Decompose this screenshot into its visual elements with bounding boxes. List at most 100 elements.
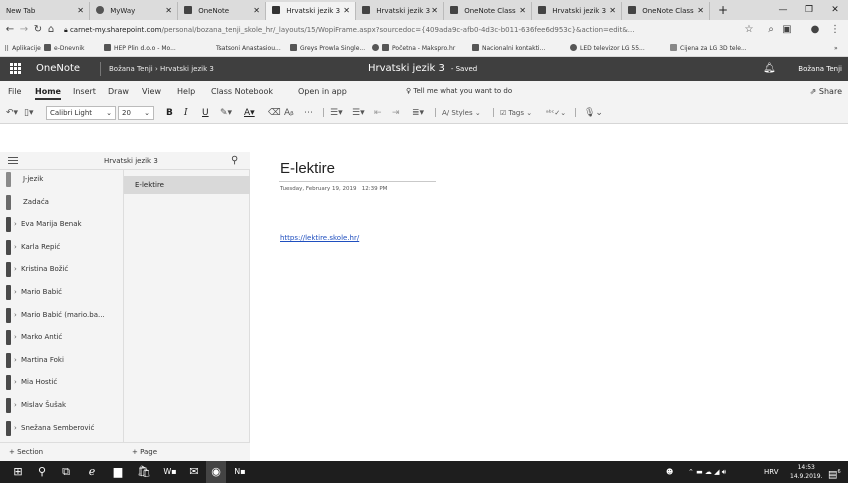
bullets-icon[interactable]: ☰▾ [330,102,343,124]
chevron-right-icon[interactable]: › [14,283,17,302]
tab-hrvatski-jezik[interactable]: Hrvatski jezik 3 ✕ [532,2,622,20]
file-explorer-icon[interactable]: ▆ [108,461,128,483]
close-icon[interactable]: ✕ [77,2,84,20]
tab-onenote-class[interactable]: OneNote Class ✕ [622,2,710,20]
star-icon[interactable]: ☆ [742,20,756,40]
lektire-link[interactable]: https://lektire.skole.hr/ [280,234,359,242]
app-name[interactable]: OneNote [36,57,80,81]
people-icon[interactable]: ☻ [666,461,673,483]
close-icon[interactable]: ✕ [609,2,616,20]
input-language[interactable]: HRV [764,461,779,483]
chevron-right-icon[interactable]: › [14,373,17,392]
close-window-button[interactable]: ✕ [824,0,846,20]
search-icon[interactable]: ⚲ [231,154,238,168]
font-name-select[interactable]: Calibri Light ⌄ [46,106,116,120]
clipboard-icon[interactable]: ▯▾ [24,102,33,124]
tab-draw[interactable]: Draw [108,81,129,102]
page-item-e-lektire[interactable]: E-lektire [124,176,250,194]
chrome-icon[interactable]: ◉ [206,461,226,483]
hamburger-icon[interactable] [8,157,18,165]
chevron-right-icon[interactable]: › [14,328,17,347]
chevron-right-icon[interactable]: › [14,260,17,279]
section-item[interactable]: › Marko Antić [0,328,124,347]
page-title[interactable]: E-lektire [280,160,335,177]
chevron-right-icon[interactable]: › [14,215,17,234]
chevron-right-icon[interactable]: › [14,351,17,370]
close-icon[interactable]: ✕ [343,2,350,20]
dictate-icon[interactable]: 🎙︎⌄ [584,102,603,124]
chevron-right-icon[interactable]: › [14,306,17,325]
app-launcher-icon[interactable] [10,63,22,75]
new-tab-button[interactable]: + [712,0,734,20]
close-icon[interactable]: ✕ [253,2,260,20]
tab-class-notebook[interactable]: Class Notebook [211,81,273,102]
numbering-icon[interactable]: ☰▾ [352,102,365,124]
indent-icon[interactable]: ⇥ [392,102,400,124]
italic-icon[interactable]: I [184,102,188,124]
tab-help[interactable]: Help [177,81,195,102]
spelling-icon[interactable]: ᵃᵇᶜ✓⌄ [546,102,566,124]
bookmark-item[interactable]: Cijena za LG 3D tele... [670,40,747,57]
breadcrumb-user[interactable]: Božana Tenji [109,65,153,73]
share-button[interactable]: ⇗ Share [810,81,842,102]
bookmark-item[interactable]: Tsatsoni Anastasiou... [216,40,281,57]
chevron-right-icon[interactable]: › [14,396,17,415]
chevron-right-icon[interactable]: › [14,238,17,257]
font-color-icon[interactable]: A▾ [244,102,255,124]
profile-icon[interactable]: ● [808,20,822,40]
minimize-button[interactable]: — [772,0,794,20]
edge-icon[interactable]: ℯ [82,461,102,483]
bookmark-item[interactable]: Nacionalni kontakti... [472,40,545,57]
document-title-text[interactable]: Hrvatski jezik 3 [368,63,445,74]
bookmark-item[interactable]: Greys Prowla Single... [290,40,365,57]
mail-icon[interactable]: ✉ [184,461,204,483]
section-item[interactable]: J-jezik [0,170,124,189]
font-size-select[interactable]: 20 ⌄ [118,106,154,120]
page-canvas[interactable] [251,152,848,461]
bell-icon[interactable]: 🔔︎ [763,63,776,75]
styles-a-icon[interactable]: Aᵦ [284,102,294,124]
add-section-button[interactable]: + Section [0,442,124,461]
tab-myway[interactable]: MyWay ✕ [90,2,178,20]
tab-home[interactable]: Home [35,81,61,102]
section-item[interactable]: › Mia Hostić [0,373,124,392]
store-icon[interactable]: 🛍︎ [134,461,154,483]
task-view-icon[interactable]: ⧉ [56,461,76,483]
close-icon[interactable]: ✕ [697,2,704,20]
section-item[interactable]: › Mislav Šušak [0,396,124,415]
tags-button[interactable]: ☑ Tags ⌄ [500,102,532,124]
tray-icons[interactable]: ⌃ ▬ ☁ ◢ 🔊︎ [688,461,726,483]
section-item[interactable]: Zadaća [0,193,124,212]
tab-hrvatski-jezik[interactable]: Hrvatski jezik 3 ✕ [356,2,444,20]
section-item[interactable]: › Snežana Semberović [0,419,124,438]
clear-format-icon[interactable]: ⌫ [268,102,281,124]
url-input[interactable]: 🔒︎ carnet-my.sharepoint.com/personal/boz… [56,23,736,37]
onenote-taskbar-icon[interactable]: N▪ [230,461,250,483]
reload-button[interactable]: ↻ [31,20,45,40]
extension-icon[interactable]: ⌕ [764,20,778,40]
bookmark-item[interactable]: HEP Plin d.o.o - Mo... [104,40,176,57]
tab-onenote-class[interactable]: OneNote Class ✕ [444,2,532,20]
notifications-icon[interactable]: ▤6 [828,461,841,486]
restore-button[interactable]: ❐ [798,0,820,20]
word-icon[interactable]: W▪ [160,461,180,483]
extension-icon[interactable]: ▣ [780,20,794,40]
undo-icon[interactable]: ↶▾ [6,102,18,124]
more-bookmarks-icon[interactable]: » [834,40,838,57]
search-icon[interactable]: ⚲ [32,461,52,483]
breadcrumb-notebook[interactable]: Hrvatski jezik 3 [160,65,214,73]
section-item[interactable]: › Mario Babić (mario.ba... [0,306,124,325]
tab-hrvatski-jezik-active[interactable]: Hrvatski jezik 3 ✕ [266,2,356,20]
tab-new-tab[interactable]: New Tab ✕ [0,2,90,20]
bookmark-item[interactable]: e-Dnevnik [44,40,84,57]
section-item[interactable]: › Kristina Božić [0,260,124,279]
tab-view[interactable]: View [142,81,161,102]
section-item[interactable]: › Eva Marija Benak [0,215,124,234]
tab-open-in-app[interactable]: Open in app [298,81,347,102]
menu-icon[interactable]: ⋮ [828,20,842,40]
section-item[interactable]: › Mario Babić [0,283,124,302]
bookmark-item[interactable]: Početna - Makspro.hr [372,40,455,57]
bookmark-item[interactable]: LED televizor LG 55... [570,40,645,57]
close-icon[interactable]: ✕ [165,2,172,20]
notebook-name[interactable]: Hrvatski jezik 3 [104,152,158,170]
